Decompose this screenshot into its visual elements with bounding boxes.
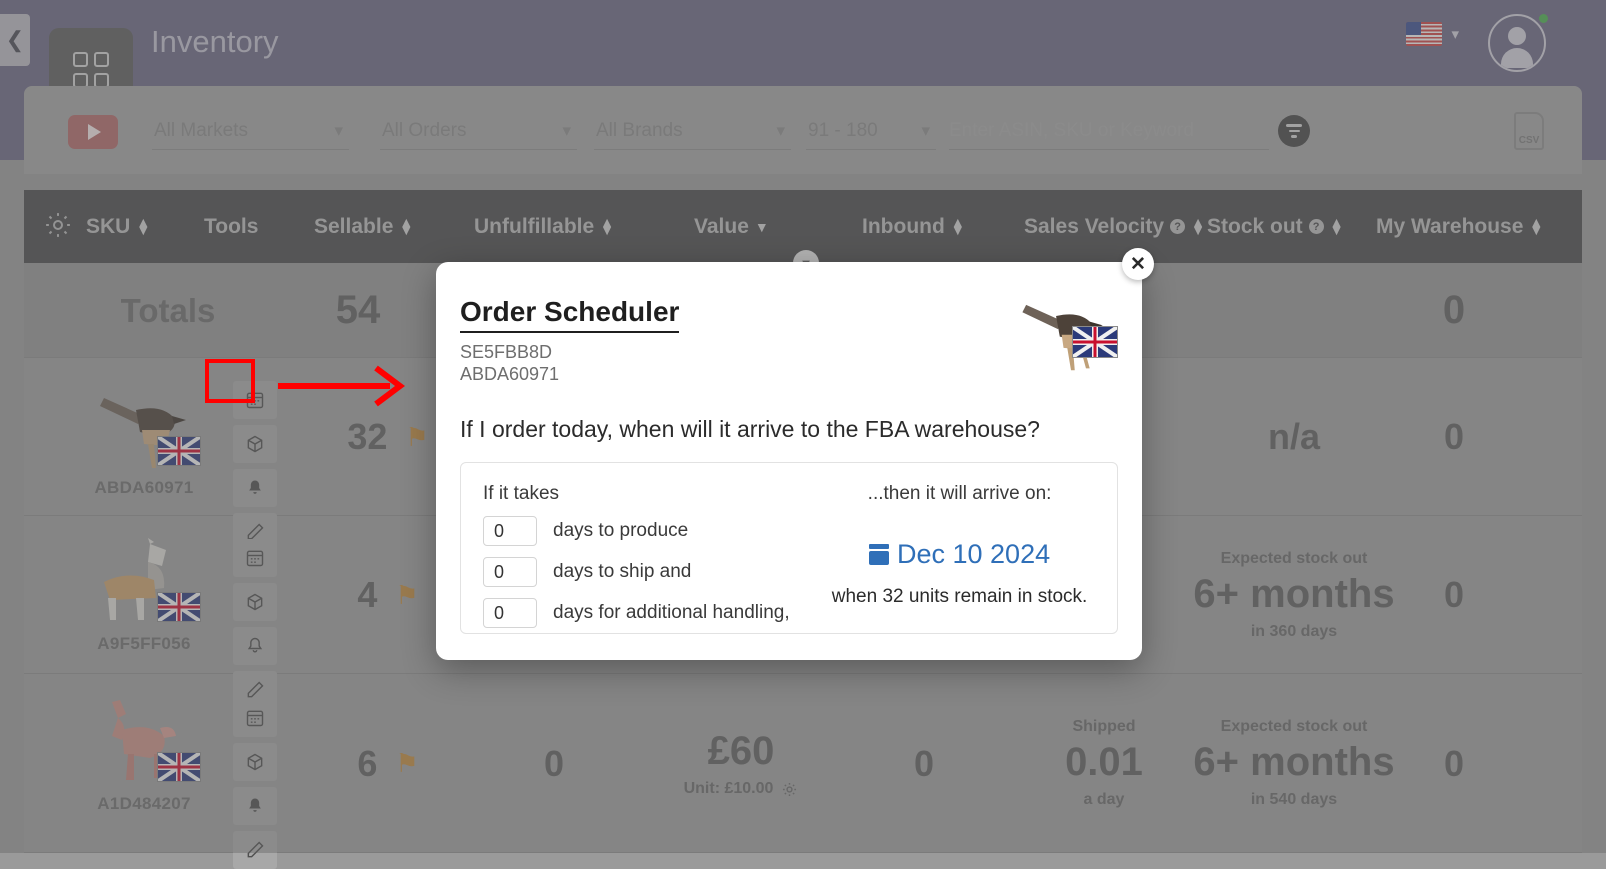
calendar-icon	[869, 544, 889, 565]
order-scheduler-panel: If it takes 0 days to produce 0 days to …	[460, 462, 1118, 634]
inputs-column: If it takes 0 days to produce 0 days to …	[461, 463, 802, 633]
field-ship: 0 days to ship and	[483, 557, 802, 587]
modal-title: Order Scheduler	[460, 296, 679, 333]
days-to-ship-label: days to ship and	[553, 561, 691, 583]
close-icon[interactable]: ✕	[1122, 248, 1154, 280]
days-handling-input[interactable]: 0	[483, 598, 537, 628]
annotation-arrow-icon	[278, 362, 408, 410]
arrival-date: Dec 10 2024	[897, 539, 1050, 570]
days-to-produce-label: days to produce	[553, 520, 688, 542]
order-scheduler-modal: Order Scheduler SE5FBB8D ABDA60971 If I …	[436, 262, 1142, 660]
inputs-heading: If it takes	[483, 483, 802, 505]
uk-flag-icon	[1072, 326, 1118, 358]
result-heading: ...then it will arrive on:	[802, 483, 1117, 505]
annotation-highlight-box	[205, 359, 255, 403]
field-produce: 0 days to produce	[483, 516, 802, 546]
product-bird-thumbnail	[1014, 288, 1114, 374]
stock-note: when 32 units remain in stock.	[802, 586, 1117, 608]
result-column: ...then it will arrive on: Dec 10 2024 w…	[802, 463, 1117, 633]
field-handling: 0 days for additional handling,	[483, 598, 802, 628]
days-to-produce-input[interactable]: 0	[483, 516, 537, 546]
days-to-ship-input[interactable]: 0	[483, 557, 537, 587]
arrival-date-row: Dec 10 2024	[802, 539, 1117, 570]
modal-question: If I order today, when will it arrive to…	[460, 416, 1118, 443]
days-handling-label: days for additional handling,	[553, 602, 790, 624]
